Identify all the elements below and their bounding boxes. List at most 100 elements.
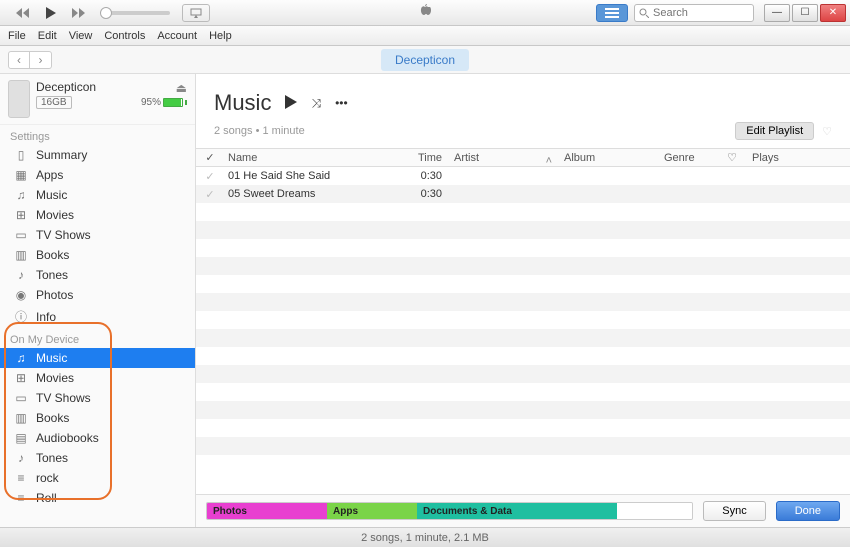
device-tab[interactable]: Decepticon (381, 49, 469, 71)
apple-logo-icon (418, 3, 432, 22)
menu-help[interactable]: Help (209, 30, 232, 42)
list-view-button[interactable] (596, 4, 628, 22)
table-header: ✓ Name Time Artist˄ Album Genre ♡ Plays (196, 148, 850, 167)
sidebar-item-music[interactable]: ♫Music (0, 185, 195, 205)
sidebar-item-tones[interactable]: ♪Tones (0, 265, 195, 285)
storage-free (617, 503, 692, 519)
next-button[interactable] (66, 4, 92, 22)
table-row[interactable] (196, 365, 850, 383)
search-input[interactable] (634, 4, 754, 22)
tones-icon: ♪ (14, 268, 28, 282)
eject-icon[interactable]: ⏏ (176, 81, 187, 95)
omd-item-movies[interactable]: ⊞Movies (0, 368, 195, 388)
footer-bar: Photos Apps Documents & Data Sync Done (196, 494, 850, 527)
table-row[interactable] (196, 275, 850, 293)
col-time[interactable]: Time (404, 152, 448, 164)
table-row[interactable]: ✓05 Sweet Dreams0:30 (196, 185, 850, 203)
books-icon: ▥ (14, 411, 28, 425)
done-button[interactable]: Done (776, 501, 840, 521)
minimize-button[interactable]: — (764, 4, 790, 22)
table-row[interactable] (196, 401, 850, 419)
omd-item-music[interactable]: ♫Music (0, 348, 195, 368)
sidebar-item-tvshows[interactable]: ▭TV Shows (0, 225, 195, 245)
movies-icon: ⊞ (14, 371, 28, 385)
storage-bar: Photos Apps Documents & Data (206, 502, 693, 520)
tabs-row: ‹ › Decepticon (0, 46, 850, 74)
titlebar: — ☐ ✕ (0, 0, 850, 26)
table-row[interactable] (196, 257, 850, 275)
table-row[interactable] (196, 383, 850, 401)
menu-controls[interactable]: Controls (104, 30, 145, 42)
menu-file[interactable]: File (8, 30, 26, 42)
table-row[interactable] (196, 437, 850, 455)
table-row[interactable] (196, 221, 850, 239)
shuffle-button[interactable]: ⤨ (311, 96, 321, 111)
col-check[interactable]: ✓ (196, 151, 224, 164)
storage-photos: Photos (207, 503, 327, 519)
menu-account[interactable]: Account (157, 30, 197, 42)
col-album[interactable]: Album (558, 152, 658, 164)
table-row[interactable] (196, 329, 850, 347)
menu-bar: File Edit View Controls Account Help (0, 26, 850, 46)
table-row[interactable] (196, 203, 850, 221)
tv-icon: ▭ (14, 228, 28, 242)
table-row[interactable] (196, 311, 850, 329)
tones-icon: ♪ (14, 451, 28, 465)
music-icon: ♫ (14, 351, 28, 365)
search-icon (639, 8, 649, 18)
close-button[interactable]: ✕ (820, 4, 846, 22)
audiobooks-icon: ▤ (14, 431, 28, 445)
capacity-badge: 16GB (36, 96, 72, 109)
airplay-button[interactable] (182, 4, 210, 22)
omd-item-rock[interactable]: ≡rock (0, 468, 195, 488)
sidebar-item-photos[interactable]: ◉Photos (0, 285, 195, 305)
playlist-icon: ≡ (14, 491, 28, 505)
apps-icon: ▦ (14, 168, 28, 182)
maximize-button[interactable]: ☐ (792, 4, 818, 22)
col-name[interactable]: Name (224, 152, 404, 164)
sidebar-item-info[interactable]: ⓘInfo (0, 305, 195, 328)
device-thumbnail-icon (8, 80, 30, 118)
info-icon: ⓘ (14, 308, 28, 325)
col-genre[interactable]: Genre (658, 152, 718, 164)
sidebar-item-books[interactable]: ▥Books (0, 245, 195, 265)
on-my-device-header: On My Device (0, 328, 195, 348)
battery-icon (163, 98, 183, 107)
sidebar-item-apps[interactable]: ▦Apps (0, 165, 195, 185)
play-button[interactable] (38, 4, 64, 22)
playlist-icon: ≡ (14, 471, 28, 485)
tv-icon: ▭ (14, 391, 28, 405)
sync-button[interactable]: Sync (703, 501, 765, 521)
edit-playlist-button[interactable]: Edit Playlist (735, 122, 814, 140)
table-row[interactable]: ✓01 He Said She Said0:30 (196, 167, 850, 185)
omd-item-tones[interactable]: ♪Tones (0, 448, 195, 468)
song-rows: ✓01 He Said She Said0:30✓05 Sweet Dreams… (196, 167, 850, 494)
phone-icon: ▯ (14, 148, 28, 162)
table-row[interactable] (196, 419, 850, 437)
table-row[interactable] (196, 293, 850, 311)
omd-item-books[interactable]: ▥Books (0, 408, 195, 428)
back-button[interactable]: ‹ (8, 51, 30, 69)
settings-header: Settings (0, 125, 195, 145)
forward-button[interactable]: › (30, 51, 52, 69)
volume-slider[interactable] (100, 11, 170, 15)
heart-icon[interactable]: ♡ (822, 125, 832, 138)
sidebar-item-movies[interactable]: ⊞Movies (0, 205, 195, 225)
col-plays[interactable]: Plays (746, 152, 850, 164)
col-heart[interactable]: ♡ (718, 151, 746, 164)
omd-item-roll[interactable]: ≡Roll (0, 488, 195, 508)
col-artist[interactable]: Artist˄ (448, 152, 558, 164)
playback-controls (0, 4, 210, 22)
sidebar-item-summary[interactable]: ▯Summary (0, 145, 195, 165)
more-button[interactable]: ••• (335, 96, 348, 110)
omd-item-tvshows[interactable]: ▭TV Shows (0, 388, 195, 408)
movies-icon: ⊞ (14, 208, 28, 222)
table-row[interactable] (196, 347, 850, 365)
menu-view[interactable]: View (69, 30, 93, 42)
prev-button[interactable] (10, 4, 36, 22)
table-row[interactable] (196, 239, 850, 257)
menu-edit[interactable]: Edit (38, 30, 57, 42)
music-icon: ♫ (14, 188, 28, 202)
omd-item-audiobooks[interactable]: ▤Audiobooks (0, 428, 195, 448)
play-all-button[interactable] (285, 95, 297, 112)
